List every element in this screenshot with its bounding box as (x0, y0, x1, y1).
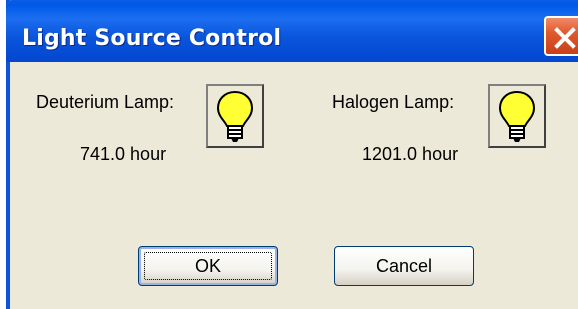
window-title: Light Source Control (22, 26, 282, 51)
deuterium-lamp-hours: 741.0 hour (80, 144, 167, 164)
halogen-lamp-hours: 1201.0 hour (362, 144, 459, 164)
light-source-control-dialog: Light Source Control Deuterium Lamp: 741… (6, 0, 578, 309)
close-icon (554, 27, 576, 49)
halogen-lamp-indicator[interactable] (488, 84, 546, 148)
cancel-button-label: Cancel (375, 256, 433, 276)
lightbulb-icon (498, 90, 536, 142)
ok-button[interactable]: OK (138, 246, 278, 286)
halogen-lamp-label: Halogen Lamp: (332, 92, 455, 112)
focus-rectangle (144, 252, 272, 280)
deuterium-lamp-indicator[interactable] (206, 84, 264, 148)
dialog-body: Deuterium Lamp: 741.0 hour Halogen Lamp:… (10, 62, 578, 309)
lightbulb-icon (216, 90, 254, 142)
title-bar[interactable]: Light Source Control (6, 0, 578, 62)
cancel-button[interactable]: Cancel (334, 246, 474, 286)
deuterium-lamp-label: Deuterium Lamp: (36, 92, 175, 112)
close-button[interactable] (544, 16, 578, 56)
